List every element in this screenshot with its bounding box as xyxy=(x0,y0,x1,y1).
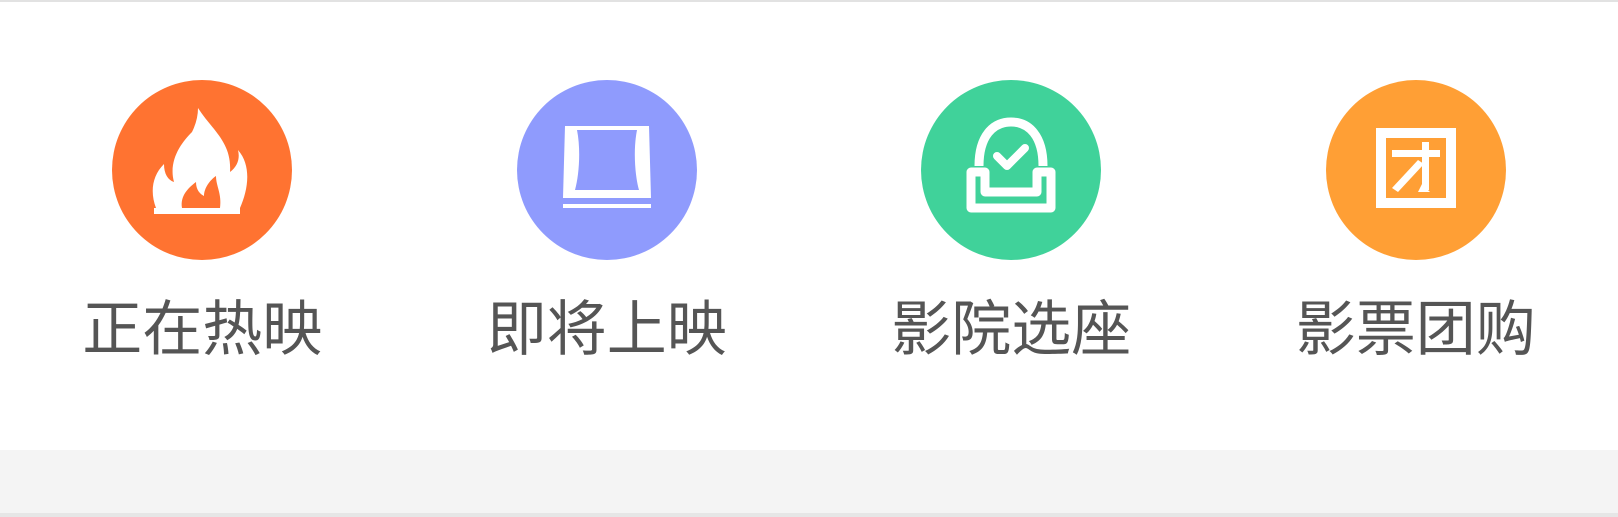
nav-label-now-showing: 正在热映 xyxy=(82,295,323,365)
nav-label-group-buy: 影票团购 xyxy=(1295,295,1536,365)
nav-item-now-showing[interactable]: 正在热映 xyxy=(0,0,405,450)
quick-nav-panel: 正在热映 即将上映 影院选座 影票团购 xyxy=(0,0,1618,517)
section-separator xyxy=(0,450,1618,513)
screen-icon xyxy=(516,80,697,260)
quick-nav-grid: 正在热映 即将上映 影院选座 影票团购 xyxy=(0,0,1618,450)
seat-check-icon xyxy=(921,80,1102,260)
nav-label-coming-soon: 即将上映 xyxy=(486,295,727,365)
group-buy-icon xyxy=(1325,80,1506,260)
nav-label-seat-selection: 影院选座 xyxy=(891,295,1132,365)
nav-item-seat-selection[interactable]: 影院选座 xyxy=(809,0,1214,450)
bottom-divider xyxy=(0,513,1618,517)
nav-item-coming-soon[interactable]: 即将上映 xyxy=(405,0,810,450)
nav-item-group-buy[interactable]: 影票团购 xyxy=(1214,0,1618,450)
fire-icon xyxy=(112,80,293,260)
